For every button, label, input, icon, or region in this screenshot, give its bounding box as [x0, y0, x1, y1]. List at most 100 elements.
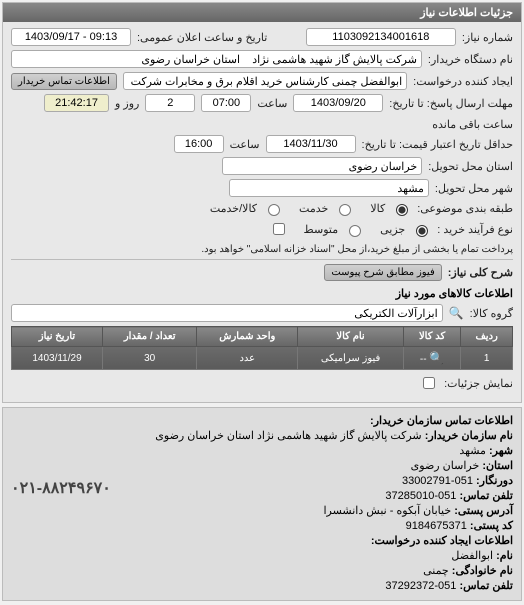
org-input[interactable] [11, 50, 422, 68]
cell-unit: عدد [197, 347, 298, 370]
row-details-toggle: نمایش جزئیات: [11, 374, 513, 392]
row-org: نام دستگاه خریدار: [11, 50, 513, 68]
category-label: طبقه بندی موضوعی: [417, 202, 513, 215]
creator-name-value: ابوالفضل [451, 550, 493, 562]
row-response-deadline: مهلت ارسال پاسخ: تا تاریخ: ساعت روز و سا… [11, 94, 513, 131]
creator-label: ایجاد کننده درخواست: [413, 75, 513, 88]
purchase-time-label: ساعت [230, 138, 260, 151]
search-icon[interactable]: 🔍 [449, 306, 464, 320]
th-row: ردیف [461, 327, 513, 347]
radio-medium-label: متوسط [304, 223, 339, 236]
province-label: استان محل تحویل: [428, 160, 513, 173]
cell-code-text: -- [420, 354, 427, 365]
response-date-input[interactable] [293, 94, 383, 112]
table-row[interactable]: 1 🔍 -- فیوز سرامیکی عدد 30 1403/11/29 [12, 347, 513, 370]
group-input[interactable] [11, 304, 443, 322]
goods-table: ردیف کد کالا نام کالا واحد شمارش تعداد /… [11, 326, 513, 370]
details-panel: جزئیات اطلاعات نیاز شماره نیاز: تاریخ و … [2, 2, 522, 403]
need-number-input[interactable] [306, 28, 456, 46]
radio-service[interactable] [339, 204, 351, 216]
announce-label: تاریخ و ساعت اعلان عمومی: [137, 31, 267, 44]
contact-section2-label: اطلاعات ایجاد کننده درخواست: [371, 535, 513, 547]
treasury-checkbox[interactable] [273, 223, 285, 235]
radio-service-label: خدمت [299, 202, 328, 215]
th-name: نام کالا [298, 327, 404, 347]
radio-goods[interactable] [396, 204, 408, 216]
radio-medium[interactable] [349, 225, 361, 237]
cell-row: 1 [461, 347, 513, 370]
row-need-number: شماره نیاز: تاریخ و ساعت اعلان عمومی: [11, 28, 513, 46]
row-province: استان محل تحویل: [11, 157, 513, 175]
need-number-label: شماره نیاز: [462, 31, 513, 44]
response-time-label: ساعت [257, 97, 287, 110]
info-province-label: استان: [482, 460, 513, 472]
cell-qty: 30 [102, 347, 196, 370]
info-city-label: شهر: [489, 445, 513, 457]
radio-goods-service-label: کالا/خدمت [210, 202, 257, 215]
row-need-desc: شرح کلی نیاز: فیوز مطابق شرح پیوست [11, 264, 513, 281]
info-province-value: خراسان رضوی [411, 460, 480, 472]
prefix-value: 051-33002791 [402, 475, 473, 487]
remaining-label: ساعت باقی مانده [432, 118, 513, 131]
creator-name-label: نام: [496, 550, 513, 562]
goods-section-title: اطلاعات کالاهای مورد نیاز [11, 287, 513, 300]
big-phone: ۰۲۱-۸۸۲۴۹۶۷۰ [11, 478, 111, 498]
row-goods-group: گروه کالا: 🔍 [11, 304, 513, 322]
details-toggle-label: نمایش جزئیات: [444, 377, 513, 390]
purchase-time-input[interactable] [174, 135, 224, 153]
details-checkbox[interactable] [423, 377, 435, 389]
days-input[interactable] [145, 94, 195, 112]
creator-phone-label: تلفن تماس: [459, 580, 513, 592]
contact-info-block: اطلاعات تماس سازمان خریدار: نام سازمان خ… [2, 407, 522, 601]
radio-goods-service[interactable] [268, 204, 280, 216]
attachment-button[interactable]: فیوز مطابق شرح پیوست [324, 264, 441, 281]
phone-value: 051-37285010 [385, 490, 456, 502]
th-qty: تعداد / مقدار [102, 327, 196, 347]
prefix-label: دورنگار: [476, 475, 513, 487]
announce-input[interactable] [11, 28, 131, 46]
response-time-input[interactable] [201, 94, 251, 112]
contact-section1-label: اطلاعات تماس سازمان خریدار: [370, 415, 513, 427]
creator-phone-value: 051-37292372 [385, 580, 456, 592]
row-creator: ایجاد کننده درخواست: اطلاعات تماس خریدار [11, 72, 513, 90]
row-category: طبقه بندی موضوعی: کالا خدمت کالا/خدمت [11, 201, 513, 216]
need-desc-label: شرح کلی نیاز: [448, 266, 513, 279]
remaining-time-input [44, 94, 109, 112]
org-name-label: نام سازمان خریدار: [425, 430, 513, 442]
province-input[interactable] [222, 157, 422, 175]
postal-value: خیابان آبکوه - نبش دانشسرا [323, 505, 451, 517]
row-city: شهر محل تحویل: [11, 179, 513, 197]
contact-buyer-button[interactable]: اطلاعات تماس خریدار [11, 73, 117, 90]
cell-date: 1403/11/29 [12, 347, 103, 370]
th-date: تاریخ نیاز [12, 327, 103, 347]
creator-family-label: نام خانوادگی: [452, 565, 513, 577]
days-label: روز و [115, 97, 139, 110]
table-header-row: ردیف کد کالا نام کالا واحد شمارش تعداد /… [12, 327, 513, 347]
postal-label: آدرس پستی: [454, 505, 513, 517]
cell-code: 🔍 -- [403, 347, 460, 370]
th-unit: واحد شمارش [197, 327, 298, 347]
process-label: نوع فرآیند خرید : [437, 223, 513, 236]
cell-name: فیوز سرامیکی [298, 347, 404, 370]
group-label: گروه کالا: [470, 307, 513, 320]
purchase-date-input[interactable] [266, 135, 356, 153]
th-code: کد کالا [403, 327, 460, 347]
divider-1 [11, 259, 513, 260]
radio-goods-label: کالا [370, 202, 385, 215]
treasury-note: پرداخت تمام یا بخشی از مبلغ خرید،از محل … [201, 244, 513, 255]
radio-partial-label: جزیی [380, 223, 405, 236]
postal-code-label: کد پستی: [470, 520, 513, 532]
org-name-value: شرکت پالایش گاز شهید هاشمی نژاد استان خر… [155, 430, 421, 442]
radio-partial[interactable] [416, 225, 428, 237]
org-label: نام دستگاه خریدار: [428, 53, 513, 66]
row-process: نوع فرآیند خرید : جزیی متوسط پرداخت تمام… [11, 220, 513, 255]
creator-input[interactable] [123, 72, 407, 90]
city-input[interactable] [229, 179, 429, 197]
creator-family-value: چمنی [423, 565, 449, 577]
row-purchase-deadline: حداقل تاریخ اعتبار قیمت: تا تاریخ: ساعت [11, 135, 513, 153]
city-label: شهر محل تحویل: [435, 182, 513, 195]
panel-title: جزئیات اطلاعات نیاز [3, 3, 521, 22]
info-city-value: مشهد [459, 445, 486, 457]
panel-content: شماره نیاز: تاریخ و ساعت اعلان عمومی: نا… [3, 22, 521, 402]
row-search-icon[interactable]: 🔍 [429, 351, 444, 365]
